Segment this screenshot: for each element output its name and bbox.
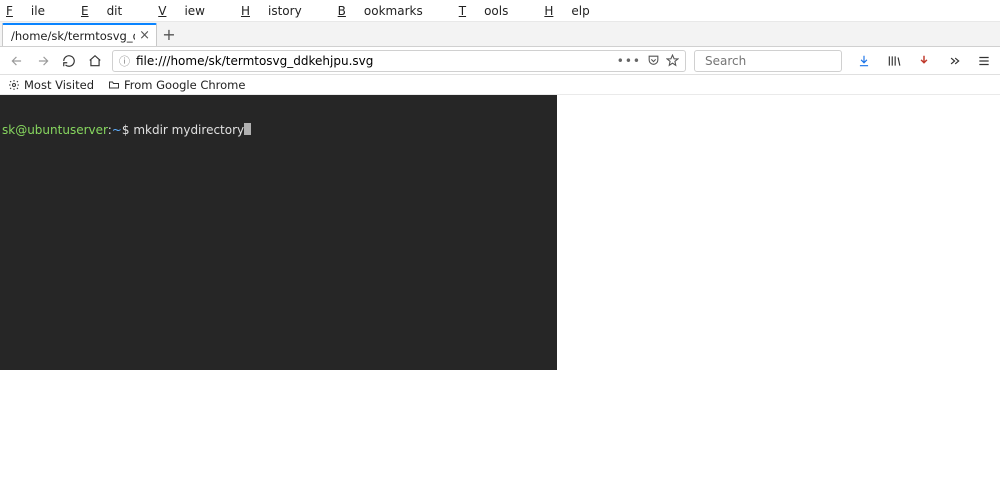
tab-title: /home/sk/termtosvg_ddkehjp xyxy=(11,29,135,43)
toolbar-right-icons xyxy=(856,53,992,69)
folder-icon xyxy=(108,79,120,91)
arrow-right-icon xyxy=(36,54,50,68)
hamburger-menu-icon[interactable] xyxy=(976,53,992,69)
tab-close-button[interactable]: × xyxy=(139,29,150,42)
overflow-icon[interactable] xyxy=(946,53,962,69)
extension-arrow-icon[interactable] xyxy=(916,53,932,69)
search-input[interactable] xyxy=(705,54,855,68)
arrow-left-icon xyxy=(10,54,24,68)
menu-edit[interactable]: Edit xyxy=(81,4,140,18)
terminal-cursor xyxy=(244,123,251,135)
reload-button[interactable] xyxy=(60,52,78,70)
menu-view[interactable]: View xyxy=(158,4,223,18)
terminal-svg: sk@ubuntuserver:~$ mkdir mydirectory xyxy=(0,95,557,370)
downloads-icon[interactable] xyxy=(856,53,872,69)
url-bar[interactable]: ⓘ ••• xyxy=(112,50,686,72)
site-info-icon[interactable]: ⓘ xyxy=(119,53,130,69)
terminal-line: sk@ubuntuserver:~$ mkdir mydirectory xyxy=(0,123,557,137)
bookmark-label: Most Visited xyxy=(24,78,94,92)
bookmark-from-chrome[interactable]: From Google Chrome xyxy=(108,78,245,92)
home-icon xyxy=(88,54,102,68)
menu-history[interactable]: History xyxy=(241,4,320,18)
bookmarks-toolbar: Most Visited From Google Chrome xyxy=(0,75,1000,95)
bookmark-most-visited[interactable]: Most Visited xyxy=(8,78,94,92)
page-actions-icon[interactable]: ••• xyxy=(617,54,641,68)
menu-bookmarks[interactable]: Bookmarks xyxy=(338,4,441,18)
menu-file[interactable]: File xyxy=(6,4,63,18)
browser-tab[interactable]: /home/sk/termtosvg_ddkehjp × xyxy=(2,23,157,46)
back-button[interactable] xyxy=(8,52,26,70)
reload-icon xyxy=(62,54,76,68)
url-trailing-icons: ••• xyxy=(617,54,679,68)
gear-icon xyxy=(8,79,20,91)
forward-button[interactable] xyxy=(34,52,52,70)
menu-tools[interactable]: Tools xyxy=(459,4,527,18)
pocket-icon[interactable] xyxy=(647,54,660,67)
bookmark-label: From Google Chrome xyxy=(124,78,245,92)
bookmark-star-icon[interactable] xyxy=(666,54,679,67)
new-tab-button[interactable]: + xyxy=(157,23,181,46)
tab-strip: /home/sk/termtosvg_ddkehjp × + xyxy=(0,22,1000,47)
library-icon[interactable] xyxy=(886,53,902,69)
navigation-toolbar: ⓘ ••• xyxy=(0,47,1000,75)
terminal-command: mkdir mydirectory xyxy=(133,123,244,137)
menu-bar: File Edit View History Bookmarks Tools H… xyxy=(0,0,1000,22)
menu-help[interactable]: Help xyxy=(544,4,607,18)
url-input[interactable] xyxy=(136,54,617,68)
home-button[interactable] xyxy=(86,52,104,70)
search-bar[interactable] xyxy=(694,50,842,72)
page-content: sk@ubuntuserver:~$ mkdir mydirectory xyxy=(0,95,1000,504)
